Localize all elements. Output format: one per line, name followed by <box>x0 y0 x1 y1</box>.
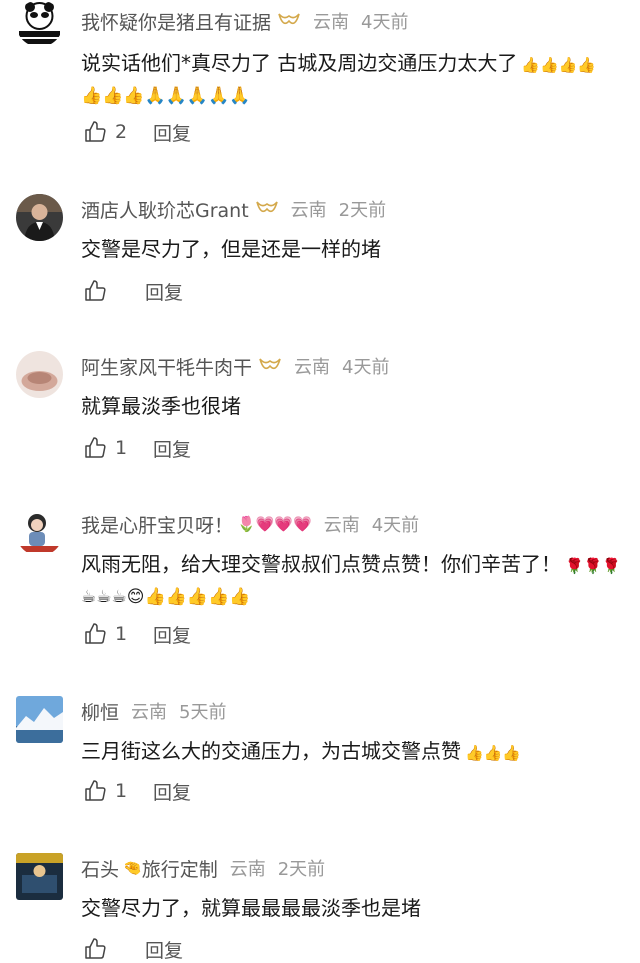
reply-button[interactable]: 回复 <box>153 621 191 648</box>
username[interactable]: 我是心肝宝贝呀！ <box>81 511 233 538</box>
like-button[interactable] <box>83 279 107 303</box>
username[interactable]: 阿生家风干牦牛肉干 <box>81 353 252 380</box>
comment-actions: 1 回复 <box>83 777 191 805</box>
comment-text: 交警尽力了，就算最最最最淡季也是堵 <box>81 896 421 920</box>
like-count: 2 <box>115 121 128 143</box>
username[interactable]: 酒店人耿玠芯Grant <box>81 196 249 223</box>
location: 云南 <box>229 859 266 880</box>
like-button[interactable]: 1 <box>83 436 135 460</box>
fan-badge-icon <box>278 13 300 25</box>
avatar[interactable] <box>16 509 63 556</box>
comment-meta: 我是心肝宝贝呀！ 🌷💗💗💗 云南 4天前 <box>81 511 419 537</box>
like-button[interactable] <box>83 937 107 961</box>
comment-meta: 石头 🤏 旅行定制 云南 2天前 <box>81 855 325 881</box>
thumbs-up-emoji-icon: 👍👍👍 <box>465 744 522 762</box>
coffee-thumbs-up-emoji-icon: ☕☕☕😊👍👍👍👍👍 <box>81 587 251 607</box>
timestamp: 2天前 <box>338 200 387 221</box>
thumbs-up-pray-emoji-icon: 👍👍👍🙏🙏🙏🙏🙏 <box>81 86 251 106</box>
location: 云南 <box>313 12 350 33</box>
comment-meta: 酒店人耿玠芯Grant 云南 2天前 <box>81 196 386 222</box>
thumbs-up-icon <box>85 938 106 959</box>
reply-button[interactable]: 回复 <box>153 435 191 462</box>
comment-actions: 1 回复 <box>83 434 191 462</box>
timestamp: 2天前 <box>277 859 326 880</box>
comment-text: 交警是尽力了，但是还是一样的堵 <box>81 237 381 261</box>
thumbs-up-icon <box>85 437 106 458</box>
hand-emoji-icon: 🤏 <box>123 859 142 877</box>
location: 云南 <box>131 702 168 723</box>
like-count: 1 <box>115 623 128 645</box>
thumbs-up-icon <box>85 121 106 142</box>
reply-button[interactable]: 回复 <box>153 778 191 805</box>
like-button[interactable]: 2 <box>83 120 135 144</box>
fan-badge-icon <box>259 358 281 370</box>
avatar[interactable] <box>16 0 63 47</box>
avatar[interactable] <box>16 351 63 398</box>
comment-text: 说实话他们*真尽力了 古城及周边交通压力太大了 👍👍👍👍 <box>81 47 596 81</box>
reply-button[interactable]: 回复 <box>145 278 183 305</box>
location: 云南 <box>294 357 331 378</box>
timestamp: 4天前 <box>342 357 390 378</box>
location: 云南 <box>290 200 327 221</box>
avatar[interactable] <box>16 696 63 743</box>
comment-meta: 柳恒 云南 5天前 <box>81 698 226 724</box>
timestamp: 4天前 <box>361 12 409 33</box>
thumbs-up-icon <box>85 780 106 801</box>
comment-text: 三月街这么大的交通压力，为古城交警点赞 👍👍👍 <box>81 735 521 769</box>
reply-button[interactable]: 回复 <box>145 936 183 963</box>
comment-meta: 我怀疑你是猪且有证据 云南 4天前 <box>81 8 408 34</box>
timestamp: 4天前 <box>371 515 420 536</box>
avatar[interactable] <box>16 194 63 241</box>
comment-actions: 回复 <box>83 277 183 305</box>
comment-actions: 1 回复 <box>83 620 191 648</box>
location: 云南 <box>323 515 360 536</box>
comment-emoji-line: ☕☕☕😊👍👍👍👍👍 <box>81 579 251 613</box>
username[interactable]: 我怀疑你是猪且有证据 <box>81 8 271 35</box>
thumbs-up-emoji-icon: 👍👍👍👍 <box>521 56 597 74</box>
like-button[interactable]: 1 <box>83 779 135 803</box>
timestamp: 5天前 <box>179 702 227 723</box>
like-count: 1 <box>115 780 128 802</box>
username-suffix: 旅行定制 <box>141 858 218 881</box>
comment-emoji-line: 👍👍👍🙏🙏🙏🙏🙏 <box>81 78 251 112</box>
comment-meta: 阿生家风干牦牛肉干 云南 4天前 <box>81 353 389 379</box>
avatar[interactable] <box>16 853 63 900</box>
comment-text: 风雨无阻，给大理交警叔叔们点赞点赞！你们辛苦了！ 🌹🌹🌹 <box>81 548 621 582</box>
username[interactable]: 石头 <box>81 855 119 882</box>
like-count: 1 <box>115 437 128 459</box>
thumbs-up-icon <box>85 623 106 644</box>
rose-emoji-icon: 🌹🌹🌹 <box>565 557 622 575</box>
heart-emoji-icon: 🌷💗💗💗 <box>237 515 312 533</box>
like-button[interactable]: 1 <box>83 622 135 646</box>
comment-text: 就算最淡季也很堵 <box>81 394 241 418</box>
reply-button[interactable]: 回复 <box>153 119 191 146</box>
username[interactable]: 柳恒 <box>81 698 119 725</box>
thumbs-up-icon <box>85 280 106 301</box>
comment-actions: 2 回复 <box>83 118 191 146</box>
fan-badge-icon <box>255 201 278 213</box>
